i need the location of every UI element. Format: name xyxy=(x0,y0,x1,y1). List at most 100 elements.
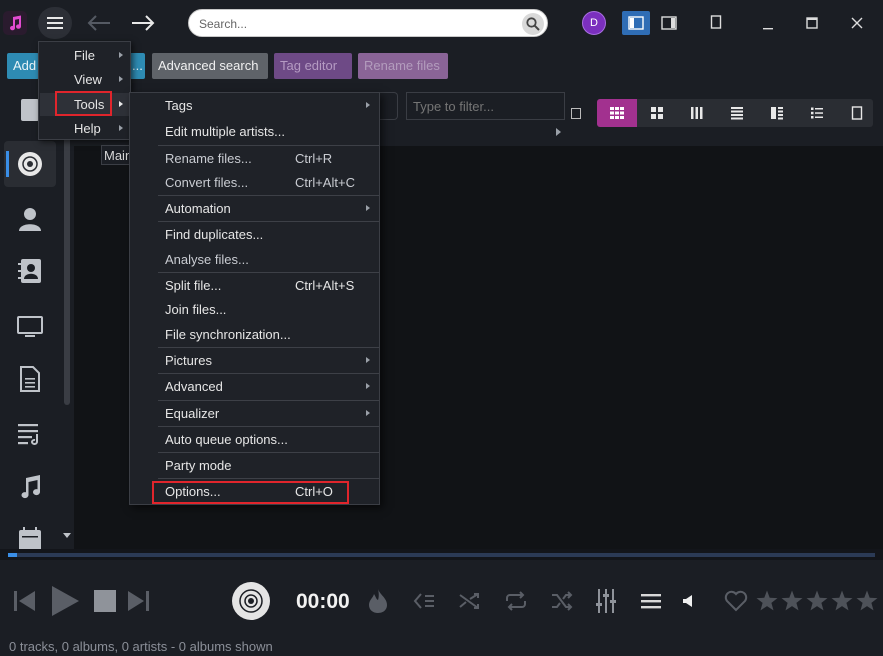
menu-item-view[interactable]: View xyxy=(40,68,129,91)
menu-item-convert-files[interactable]: Convert files... Ctrl+Alt+C xyxy=(158,170,379,195)
menu-item-label: Rename files... xyxy=(165,151,252,166)
repeat-icon[interactable] xyxy=(502,588,530,614)
menu-item-label: Automation xyxy=(165,201,231,216)
mini-player-icon[interactable] xyxy=(705,11,727,33)
tag-editor-button[interactable]: Tag editor xyxy=(274,53,352,79)
hamburger-menu-icon[interactable] xyxy=(38,7,72,39)
shuffle-icon[interactable] xyxy=(548,588,576,614)
menu-item-split-file[interactable]: Split file... Ctrl+Alt+S xyxy=(158,273,379,298)
view-single-icon[interactable] xyxy=(837,99,877,127)
add-button[interactable]: Add xyxy=(7,53,39,79)
view-columns-icon[interactable] xyxy=(677,99,717,127)
menu-item-equalizer[interactable]: Equalizer xyxy=(158,401,379,426)
love-heart-icon[interactable] xyxy=(723,589,749,613)
layout-right-panel-icon[interactable] xyxy=(656,11,682,35)
menu-item-join-files[interactable]: Join files... xyxy=(158,297,379,322)
layout-left-panel-icon[interactable] xyxy=(622,11,650,35)
more-button[interactable]: ... xyxy=(129,53,145,79)
star-icon[interactable] xyxy=(806,590,828,611)
submenu-arrow-icon xyxy=(366,410,370,416)
sidebar-item-playlists[interactable] xyxy=(4,410,56,456)
sidebar-item-contacts[interactable] xyxy=(4,248,56,294)
tools-submenu: Tags Edit multiple artists... Rename fil… xyxy=(129,92,380,505)
minimize-icon[interactable] xyxy=(755,12,781,38)
album-art-disc-icon[interactable] xyxy=(230,580,272,622)
menu-item-label: Convert files... xyxy=(165,175,249,190)
stop-icon[interactable] xyxy=(92,588,118,614)
menu-item-rename-files[interactable]: Rename files... Ctrl+R xyxy=(158,146,379,171)
user-avatar[interactable]: D xyxy=(582,11,606,35)
queue-next-icon[interactable] xyxy=(410,588,438,614)
star-icon[interactable] xyxy=(831,590,853,611)
menu-item-label: Join files... xyxy=(165,302,227,317)
filter-combo[interactable] xyxy=(378,92,398,120)
close-icon[interactable] xyxy=(844,10,870,36)
menu-item-label: Equalizer xyxy=(165,406,220,421)
menu-item-analyse-files[interactable]: Analyse files... xyxy=(158,247,379,272)
advanced-search-button[interactable]: Advanced search xyxy=(152,53,268,79)
sidebar-item-albums[interactable] xyxy=(4,141,56,187)
menu-item-automation[interactable]: Automation xyxy=(158,196,379,221)
menu-item-tags[interactable]: Tags xyxy=(158,93,379,118)
rating-stars[interactable] xyxy=(755,589,881,613)
view-compact-list-icon[interactable] xyxy=(797,99,837,127)
view-details-icon[interactable] xyxy=(757,99,797,127)
menu-item-label: Find duplicates... xyxy=(165,227,264,242)
view-grid-icon[interactable] xyxy=(637,99,677,127)
sidebar-item-calendar[interactable] xyxy=(4,516,56,549)
menu-item-pictures[interactable]: Pictures xyxy=(158,348,379,373)
filter-input[interactable] xyxy=(406,92,565,120)
volume-icon[interactable] xyxy=(678,590,698,612)
view-list-icon[interactable] xyxy=(717,99,757,127)
sidebar-item-music[interactable] xyxy=(4,464,56,510)
previous-icon[interactable] xyxy=(11,588,39,614)
next-icon[interactable] xyxy=(124,588,152,614)
menu-item-label: Tags xyxy=(165,98,193,113)
star-icon[interactable] xyxy=(856,590,878,611)
shuffle-disabled-icon[interactable] xyxy=(455,588,483,614)
menu-item-file[interactable]: File xyxy=(40,44,129,67)
submenu-arrow-icon xyxy=(119,76,123,82)
checkbox[interactable] xyxy=(571,108,581,119)
menu-item-label: Split file... xyxy=(165,278,222,293)
menu-item-edit-multiple-artists[interactable]: Edit multiple artists... xyxy=(158,119,379,144)
star-icon[interactable] xyxy=(756,590,778,611)
menu-item-party-mode[interactable]: Party mode xyxy=(158,453,379,478)
menu-item-help[interactable]: Help xyxy=(40,117,129,140)
rename-files-button[interactable]: Rename files xyxy=(358,53,448,79)
view-grid-large-icon[interactable] xyxy=(597,99,637,127)
search-input[interactable] xyxy=(199,14,519,34)
equalizer-icon[interactable] xyxy=(592,586,620,616)
submenu-arrow-icon xyxy=(366,205,370,211)
submenu-arrow-icon xyxy=(366,102,370,108)
menu-item-find-duplicates[interactable]: Find duplicates... xyxy=(158,222,379,247)
playlist-menu-icon[interactable] xyxy=(637,588,665,614)
forward-arrow-icon[interactable] xyxy=(128,10,158,36)
sidebar-item-devices[interactable] xyxy=(4,304,56,350)
submenu-arrow-icon xyxy=(119,125,123,131)
play-icon[interactable] xyxy=(48,584,82,618)
back-arrow-icon[interactable] xyxy=(84,10,114,36)
auto-dj-flame-icon[interactable] xyxy=(364,587,392,615)
menu-item-advanced[interactable]: Advanced xyxy=(158,374,379,399)
menu-item-label: Advanced xyxy=(165,379,223,394)
sidebar-item-documents[interactable] xyxy=(4,356,56,402)
menu-item-file-label: File xyxy=(74,48,95,63)
maximize-icon[interactable] xyxy=(799,10,825,36)
search-icon[interactable] xyxy=(522,13,544,35)
menu-item-label: Party mode xyxy=(165,458,232,473)
expand-arrow-icon[interactable] xyxy=(556,128,561,136)
scroll-down-arrow-icon[interactable] xyxy=(63,533,71,538)
submenu-arrow-icon xyxy=(119,52,123,58)
menu-item-auto-queue-options[interactable]: Auto queue options... xyxy=(158,427,379,452)
submenu-arrow-icon xyxy=(366,383,370,389)
search-box xyxy=(188,9,548,37)
progress-track[interactable] xyxy=(8,553,875,557)
star-icon[interactable] xyxy=(781,590,803,611)
sidebar-scroll-thumb[interactable] xyxy=(64,129,70,405)
title-bar: D xyxy=(0,0,883,46)
menu-item-file-synchronization[interactable]: File synchronization... xyxy=(158,322,379,347)
sidebar-scrollbar[interactable] xyxy=(63,84,71,544)
sidebar-item-artists[interactable] xyxy=(4,196,56,242)
menu-item-view-label: View xyxy=(74,72,102,87)
